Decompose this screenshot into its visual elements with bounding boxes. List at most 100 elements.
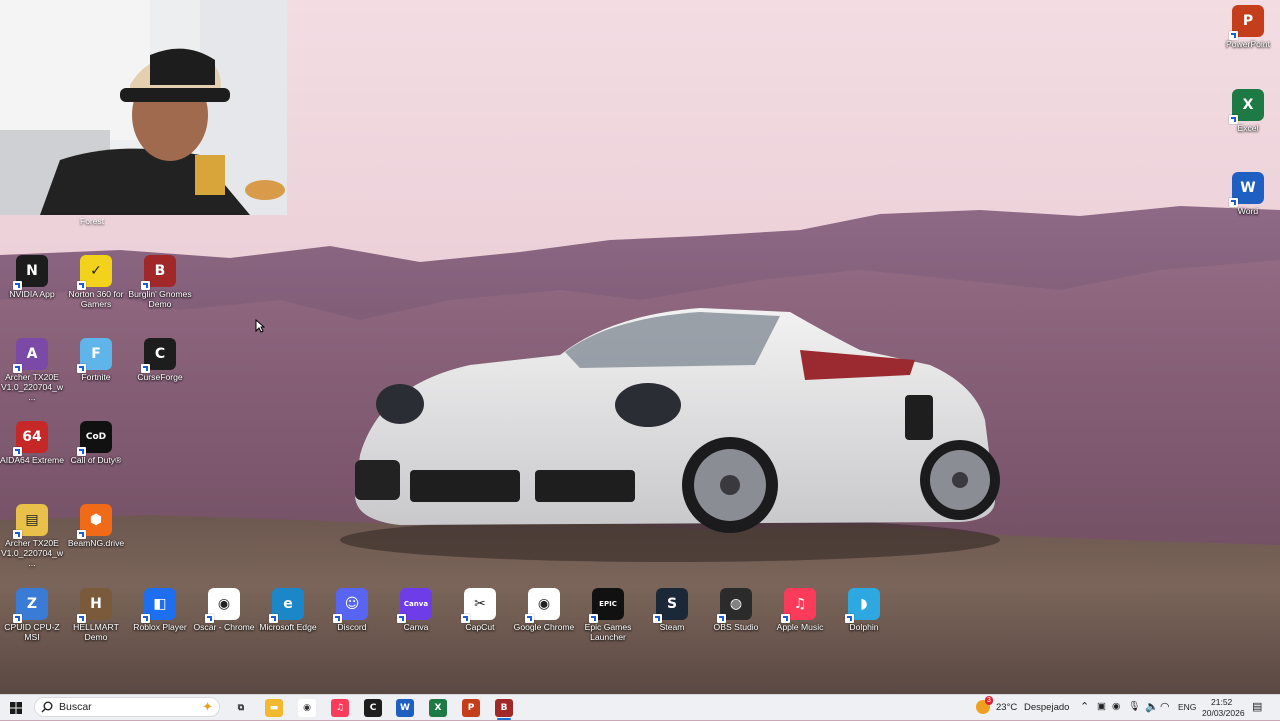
microphone-icon[interactable]: 🎙 — [1128, 701, 1140, 712]
shortcut-arrow-icon — [333, 614, 342, 623]
desktop-icon-apple-music[interactable]: ♫ Apple Music — [768, 588, 832, 632]
icon-glyph: CoD — [85, 432, 107, 442]
shortcut-arrow-icon — [77, 364, 86, 373]
chevron-up-icon[interactable]: ⌃ — [1080, 700, 1089, 713]
weather-badge: 3 — [985, 696, 993, 705]
desktop-icon-label: Steam — [659, 622, 685, 632]
icon-glyph: ◍ — [729, 596, 743, 612]
desktop-icon-microsoft-edge[interactable]: e Microsoft Edge — [256, 588, 320, 632]
shortcut-arrow-icon — [589, 614, 598, 623]
taskbar-search-box[interactable]: Buscar ✦ — [34, 697, 220, 717]
cpuid-cpu-z-msi-icon: Z — [13, 588, 48, 623]
desktop-icon-label: Dolphin — [849, 622, 879, 632]
desktop-icon-norton-360-for-gamers[interactable]: ✓ Norton 360 for Gamers — [64, 255, 128, 309]
weather-condition[interactable]: Despejado — [1024, 702, 1069, 713]
clock-date[interactable]: 20/03/2026 — [1202, 708, 1245, 718]
desktop-icon-label: Oscar - Chrome — [193, 622, 255, 632]
desktop-icon-call-of-duty[interactable]: CoD Call of Duty® — [64, 421, 128, 465]
desktop-icon-archer-tx20e-v1-0-220704-w[interactable]: ▤ Archer TX20E V1.0_220704_w... — [0, 504, 64, 568]
desktop-icon-word[interactable]: W Word — [1216, 172, 1280, 216]
icon-glyph: Z — [26, 596, 38, 612]
dolphin-icon: ◗ — [845, 588, 880, 623]
icon-glyph: B — [154, 263, 166, 279]
icon-glyph: F — [91, 346, 101, 362]
desktop-icon-beamng-drive[interactable]: ⬢ BeamNG.drive — [64, 504, 128, 548]
taskbar-glyph: ⧉ — [237, 703, 245, 713]
desktop-icon-nvidia-app[interactable]: N NVIDIA App — [0, 255, 64, 299]
taskbar-burglin-gnomes-icon[interactable]: B — [495, 699, 513, 717]
desktop-icon-cpuid-cpu-z-msi[interactable]: Z CPUID CPU-Z MSI — [0, 588, 64, 642]
shortcut-arrow-icon — [77, 530, 86, 539]
desktop-icon-archer-tx20e-v1-0-220704-w[interactable]: A Archer TX20E V1.0_220704_w... — [0, 338, 64, 402]
taskbar-chrome-icon[interactable]: ◉ — [298, 699, 316, 717]
icon-glyph: H — [90, 596, 102, 612]
nvidia-app-icon: N — [13, 255, 48, 290]
desktop-icon-capcut[interactable]: ✂ CapCut — [448, 588, 512, 632]
taskbar-curseforge-icon[interactable]: C — [364, 699, 382, 717]
taskbar-powerpoint-icon[interactable]: P — [462, 699, 480, 717]
icon-glyph: A — [26, 346, 38, 362]
taskbar-task-view-icon[interactable]: ⧉ — [232, 699, 250, 717]
taskbar-apple-music-icon[interactable]: ♫ — [331, 699, 349, 717]
oscar-chrome-icon: ◉ — [205, 588, 240, 623]
taskbar-excel-icon[interactable]: X — [429, 699, 447, 717]
start-button[interactable] — [0, 695, 32, 721]
wifi-icon[interactable]: ◠ — [1160, 700, 1170, 713]
desktop-icon-label: Apple Music — [776, 622, 824, 632]
taskbar-word-icon[interactable]: W — [396, 699, 414, 717]
taskbar-file-explorer-icon[interactable]: ▬ — [265, 699, 283, 717]
desktop-icon-fortnite[interactable]: F Fortnite — [64, 338, 128, 382]
word-icon: W — [1229, 172, 1264, 207]
desktop-icon-label: CurseForge — [137, 372, 183, 382]
capcut-icon: ✂ — [461, 588, 496, 623]
shortcut-arrow-icon — [13, 447, 22, 456]
icon-glyph: e — [283, 596, 293, 612]
desktop-icon-burglin-gnomes-demo[interactable]: B Burglin' Gnomes Demo — [128, 255, 192, 309]
desktop-icon-excel[interactable]: X Excel — [1216, 89, 1280, 133]
clock-time[interactable]: 21:52 — [1211, 697, 1232, 707]
desktop-icon-google-chrome[interactable]: ◉ Google Chrome — [512, 588, 576, 632]
shortcut-arrow-icon — [13, 281, 22, 290]
desktop-icon-curseforge[interactable]: C CurseForge — [128, 338, 192, 382]
desktop-icon-powerpoint[interactable]: P PowerPoint — [1216, 5, 1280, 49]
icon-glyph: ◗ — [860, 596, 868, 612]
shortcut-arrow-icon — [269, 614, 278, 623]
desktop-icon-discord[interactable]: ☺ Discord — [320, 588, 384, 632]
network-status-icon[interactable]: ◉ — [1112, 701, 1120, 712]
desktop-icon-label: Canva — [403, 622, 429, 632]
desktop-icon-oscar-chrome[interactable]: ◉ Oscar - Chrome — [192, 588, 256, 632]
desktop-icon-label: Discord — [337, 622, 367, 632]
norton-360-for-gamers-icon: ✓ — [77, 255, 112, 290]
shortcut-arrow-icon — [13, 614, 22, 623]
desktop-icon-aida64-extreme[interactable]: 64 AIDA64 Extreme — [0, 421, 64, 465]
language-indicator[interactable]: ENG — [1178, 702, 1196, 712]
desktop-icon-steam[interactable]: S Steam — [640, 588, 704, 632]
desktop-icon-roblox-player[interactable]: ◧ Roblox Player — [128, 588, 192, 632]
desktop-icon-label: Google Chrome — [513, 622, 575, 632]
icon-glyph: W — [1240, 180, 1256, 196]
notification-icon[interactable]: ▤ — [1252, 700, 1262, 713]
desktop-icon-label: OBS Studio — [713, 622, 759, 632]
desktop-icon-canva[interactable]: Canva Canva — [384, 588, 448, 632]
weather-temperature[interactable]: 23°C — [996, 702, 1017, 713]
taskbar-glyph: ▬ — [269, 703, 279, 713]
desktop-icon-label: Fortnite — [81, 372, 111, 382]
desktop-icon-epic-games-launcher[interactable]: EPIC Epic Games Launcher — [576, 588, 640, 642]
icon-glyph: EPIC — [599, 600, 617, 608]
excel-icon: X — [1229, 89, 1264, 124]
desktop-icon-label: Roblox Player — [133, 622, 187, 632]
copilot-sparkle-icon: ✦ — [202, 699, 213, 714]
apple-music-icon: ♫ — [781, 588, 816, 623]
canva-icon: Canva — [397, 588, 432, 623]
tray-app-icon[interactable]: ▣ — [1097, 701, 1106, 712]
desktop-icon-obs-studio[interactable]: ◍ OBS Studio — [704, 588, 768, 632]
taskbar-glyph: C — [369, 703, 377, 713]
shortcut-arrow-icon — [141, 364, 150, 373]
desktop-icon-hellmart-demo[interactable]: H HELLMART Demo — [64, 588, 128, 642]
desktop-icon-dolphin[interactable]: ◗ Dolphin — [832, 588, 896, 632]
shortcut-arrow-icon — [717, 614, 726, 623]
speaker-icon[interactable]: 🔈 — [1145, 700, 1159, 713]
shortcut-arrow-icon — [1229, 115, 1238, 124]
taskbar-glyph: W — [400, 703, 410, 713]
call-of-duty-icon: CoD — [77, 421, 112, 456]
